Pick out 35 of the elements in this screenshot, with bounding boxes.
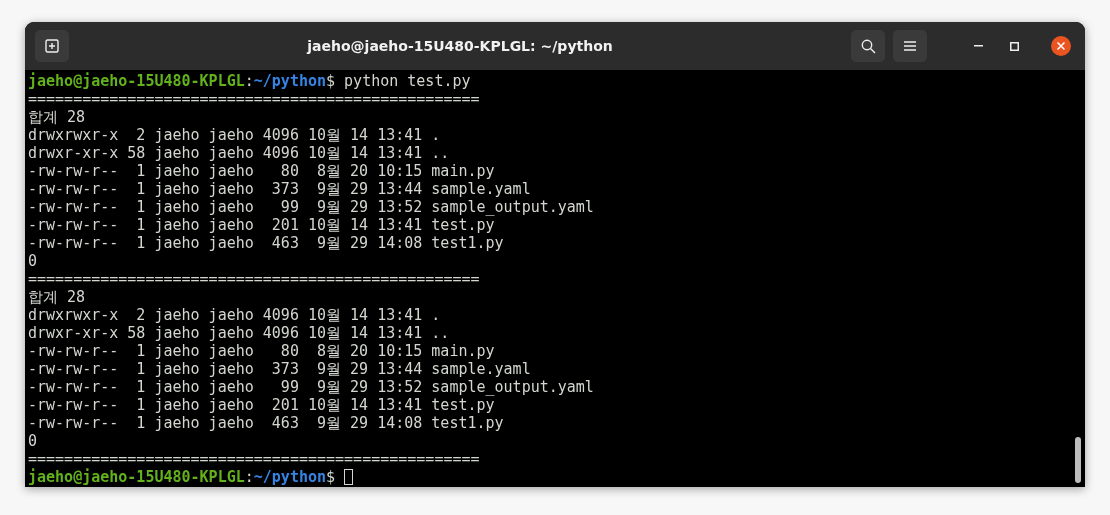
- prompt-line: jaeho@jaeho-15U480-KPLGL:~/python$ python test.py: [28, 72, 471, 90]
- output-line: -rw-rw-r-- 1 jaeho jaeho 373 9월 29 13:44 sample.yaml: [28, 360, 531, 378]
- maximize-icon: [1009, 41, 1019, 51]
- prompt-line: jaeho@jaeho-15U480-KPLGL:~/python$: [28, 468, 354, 486]
- output-line: -rw-rw-r-- 1 jaeho jaeho 80 8월 20 10:15 main.py: [28, 342, 495, 360]
- output-line: -rw-rw-r-- 1 jaeho jaeho 201 10월 14 13:41 test.py: [28, 216, 495, 234]
- output-line: 합계 28: [28, 108, 86, 126]
- menu-icon: [904, 41, 916, 51]
- output-line: -rw-rw-r-- 1 jaeho jaeho 99 9월 29 13:52 sample_output.yaml: [28, 198, 594, 216]
- output-line: ==================================================: [28, 450, 480, 468]
- close-button[interactable]: [1051, 36, 1071, 56]
- new-tab-button[interactable]: [35, 30, 69, 62]
- output-line: 합계 28: [28, 288, 86, 306]
- minimize-icon: [973, 45, 983, 47]
- output-line: -rw-rw-r-- 1 jaeho jaeho 99 9월 29 13:52 sample_output.yaml: [28, 378, 594, 396]
- scrollbar-thumb[interactable]: [1075, 437, 1081, 483]
- output-line: drwxr-xr-x 58 jaeho jaeho 4096 10월 14 13:41 ..: [28, 144, 450, 162]
- output-line: 0: [28, 432, 38, 450]
- new-tab-icon: [45, 39, 59, 53]
- output-line: 0: [28, 252, 38, 270]
- output-line: -rw-rw-r-- 1 jaeho jaeho 201 10월 14 13:41 test.py: [28, 396, 495, 414]
- close-icon: [1057, 42, 1065, 50]
- output-line: -rw-rw-r-- 1 jaeho jaeho 80 8월 20 10:15 main.py: [28, 162, 495, 180]
- output-line: drwxr-xr-x 58 jaeho jaeho 4096 10월 14 13:41 ..: [28, 324, 450, 342]
- window-title: jaeho@jaeho-15U480-KPLGL: ~/python: [305, 38, 614, 54]
- search-button[interactable]: [851, 30, 885, 62]
- output-line: -rw-rw-r-- 1 jaeho jaeho 373 9월 29 13:44 sample.yaml: [28, 180, 531, 198]
- output-line: -rw-rw-r-- 1 jaeho jaeho 463 9월 29 14:08 test1.py: [28, 234, 504, 252]
- output-line: drwxrwxr-x 2 jaeho jaeho 4096 10월 14 13:41 .: [28, 306, 441, 324]
- search-icon: [860, 38, 876, 54]
- output-line: -rw-rw-r-- 1 jaeho jaeho 463 9월 29 14:08 test1.py: [28, 414, 504, 432]
- output-line: ==================================================: [28, 90, 480, 108]
- output-line: ==================================================: [28, 270, 480, 288]
- output-line: drwxrwxr-x 2 jaeho jaeho 4096 10월 14 13:41 .: [28, 126, 441, 144]
- menu-button[interactable]: [893, 30, 927, 62]
